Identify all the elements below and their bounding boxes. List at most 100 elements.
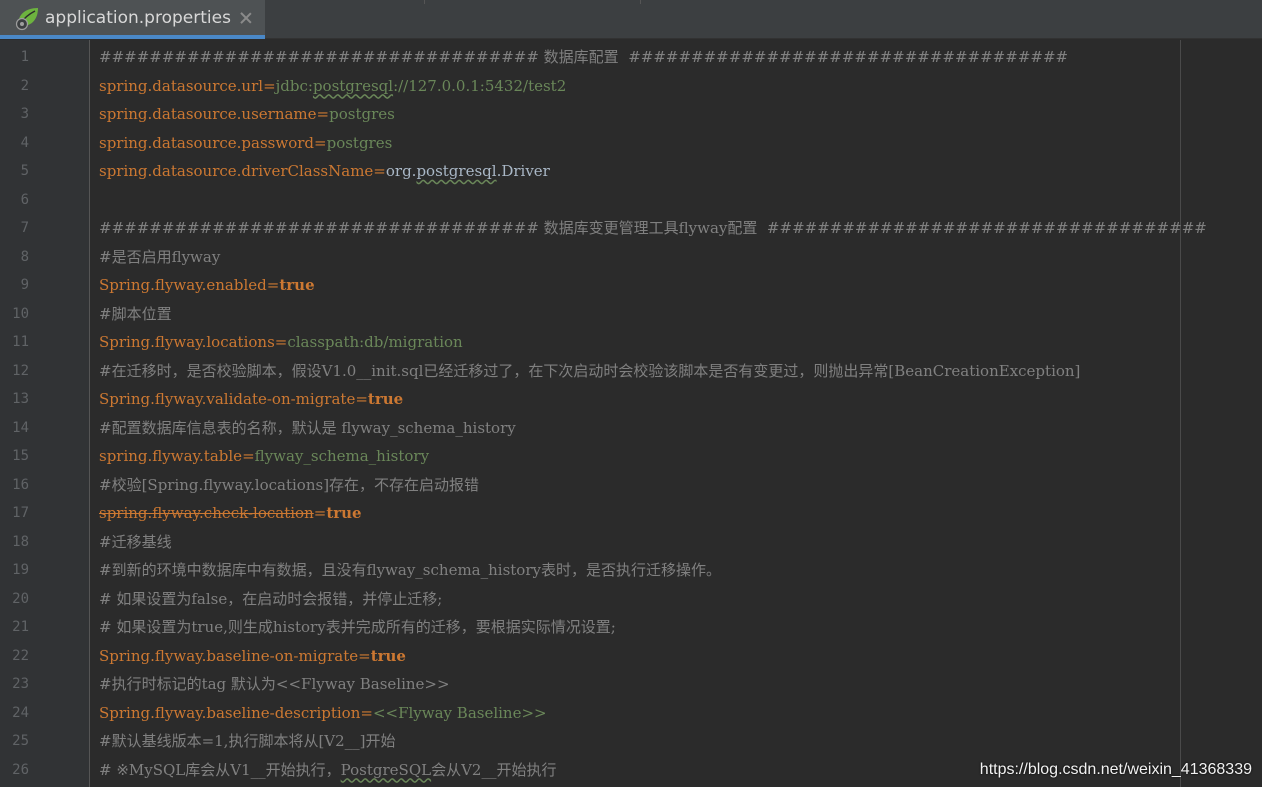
line-number: 17 (12, 505, 29, 521)
code-line: spring.datasource.url=jdbc:postgresql://… (99, 72, 566, 101)
line-number: 6 (20, 191, 29, 208)
code-token: spring.datasource.driverClassName (99, 162, 374, 180)
code-token: true (370, 646, 406, 665)
code-line: spring.flyway.table=flyway_schema_histor… (99, 442, 429, 471)
code-token: PostgreSQL (340, 760, 432, 779)
line-number: 20 (12, 590, 29, 607)
code-token: = (355, 390, 368, 408)
line-number: 19 (12, 562, 29, 578)
code-token: # ※MySQL库会从V1__开始执行， (99, 760, 341, 779)
code-line: Spring.flyway.locations=classpath:db/mig… (99, 328, 463, 357)
code-line: #默认基线版本=1,执行脚本将从[V2__]开始 (99, 727, 396, 756)
line-number: 24 (12, 704, 29, 721)
line-number: 8 (20, 248, 29, 265)
code-token: spring.datasource.username (99, 105, 317, 123)
code-token: flyway_schema_history (254, 447, 430, 465)
code-token: Spring.flyway.locations (99, 333, 275, 351)
line-number: 14 (12, 419, 29, 436)
code-token: spring.datasource.password (99, 133, 315, 152)
code-token: ################################### 数据库变… (99, 219, 1207, 237)
line-number: 16 (12, 476, 29, 493)
code-line: ################################### 数据库配… (99, 43, 1068, 72)
code-line: #脚本位置 (99, 300, 172, 329)
line-number: 12 (12, 362, 29, 379)
code-line: spring.flyway.check-location=true (99, 499, 362, 528)
code-line: Spring.flyway.baseline-description=<<Fly… (99, 699, 547, 728)
line-number: 11 (12, 334, 29, 350)
code-token: classpath:db/migration (287, 333, 463, 351)
code-token: = (360, 703, 373, 722)
code-token: .Driver (496, 162, 550, 180)
code-line: spring.datasource.username=postgres (99, 100, 395, 129)
code-line: spring.datasource.driverClassName=org.po… (99, 157, 550, 186)
close-icon[interactable] (240, 12, 252, 24)
code-line: #校验[Spring.flyway.locations]存在，不存在启动报错 (99, 471, 479, 500)
line-number: 13 (12, 391, 29, 407)
code-token: spring.datasource.url (99, 76, 264, 95)
code-token: spring.flyway.table (99, 447, 243, 465)
code-line: # ※MySQL库会从V1__开始执行，PostgreSQL会从V2__开始执行 (99, 756, 556, 785)
code-token: #配置数据库信息表的名称，默认是 flyway_schema_history (99, 418, 516, 437)
code-line: #到新的环境中数据库中有数据，且没有flyway_schema_history表… (99, 556, 721, 585)
right-margin-guide (1180, 40, 1181, 787)
editor-tab-bar: application.properties (0, 0, 1262, 39)
code-token: #校验[Spring.flyway.locations]存在，不存在启动报错 (99, 475, 480, 494)
code-token: = (266, 276, 280, 294)
code-line: ################################### 数据库变… (99, 214, 1207, 243)
code-token: Spring.flyway.enabled (99, 276, 267, 294)
ide-window: application.properties 1 2 3 4 5 6 7 8 9 10 11 12 13… (0, 0, 1262, 787)
code-token: Spring.flyway.validate-on-migrate (99, 390, 356, 408)
line-number: 5 (20, 163, 29, 179)
line-number: 23 (12, 676, 29, 692)
code-line: # 如果设置为true,则生成history表并完成所有的迁移，要根据实际情况设… (99, 613, 616, 642)
code-line: Spring.flyway.validate-on-migrate=true (99, 385, 403, 414)
code-token: #到新的环境中数据库中有数据，且没有flyway_schema_history表… (99, 561, 721, 579)
code-token: = (263, 76, 276, 95)
code-line: #是否启用flyway (99, 243, 220, 272)
code-token: 会从V2__开始执行 (431, 760, 557, 779)
code-line: #配置数据库信息表的名称，默认是 flyway_schema_history (99, 414, 516, 443)
code-token: # 如果设置为false，在启动时会报错，并停止迁移; (99, 589, 443, 608)
code-token: spring.flyway.check-location (99, 504, 314, 522)
code-token: <<Flyway Baseline>> (372, 703, 547, 722)
code-token: #默认基线版本=1,执行脚本将从[V2__]开始 (99, 732, 396, 750)
code-token: = (314, 133, 327, 152)
line-number: 15 (12, 448, 29, 464)
code-token: ://127.0.0.1:5432/test2 (393, 76, 567, 95)
code-token: postgres (326, 133, 393, 152)
line-number: 3 (20, 106, 29, 122)
line-number: 25 (12, 733, 29, 749)
line-number: 26 (12, 761, 29, 778)
line-number: 21 (12, 619, 29, 635)
code-token: = (316, 105, 330, 123)
code-token: #在迁移时，是否校验脚本，假设V1.0__init.sql已经迁移过了，在下次启… (99, 361, 1081, 380)
code-line: Spring.flyway.enabled=true (99, 271, 315, 300)
code-token: # 如果设置为true,则生成history表并完成所有的迁移，要根据实际情况设… (99, 618, 616, 636)
tab-label: application.properties (45, 7, 231, 28)
code-token: postgres (329, 105, 395, 123)
code-token: org. (385, 162, 417, 180)
code-line: spring.datasource.password=postgres (99, 129, 392, 158)
code-token: true (326, 504, 362, 522)
code-token: postgresql (312, 76, 394, 95)
line-number: 2 (20, 77, 29, 94)
line-number: 10 (12, 305, 29, 322)
tab-application-properties[interactable]: application.properties (0, 0, 265, 39)
line-number: 18 (12, 533, 29, 550)
code-token: Spring.flyway.baseline-on-migrate (99, 646, 359, 665)
code-line: #迁移基线 (99, 528, 172, 557)
line-number-gutter: 1 2 3 4 5 6 7 8 9 10 11 12 13 14 15 16 17 18 19 20 21 22 23 24 2… (0, 40, 90, 787)
code-token: #执行时标记的tag 默认为<<Flyway Baseline>> (99, 675, 450, 693)
code-token: #是否启用flyway (99, 247, 221, 266)
line-number: 1 (20, 49, 29, 65)
code-token: = (274, 333, 288, 351)
code-token: true (279, 276, 315, 294)
code-token: = (373, 162, 386, 180)
line-number: 9 (20, 277, 29, 293)
code-token: = (358, 646, 371, 665)
code-token: #脚本位置 (99, 304, 172, 323)
code-token: postgresql (416, 162, 497, 180)
code-token: #迁移基线 (99, 532, 172, 551)
code-token: ################################### 数据库配… (99, 48, 1069, 66)
code-token: Spring.flyway.baseline-description (99, 703, 361, 722)
